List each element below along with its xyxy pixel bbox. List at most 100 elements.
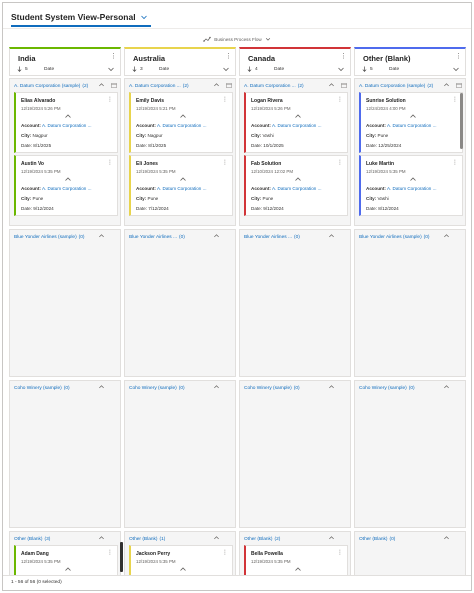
business-process-flow-toggle[interactable]: Business Process Flow (3, 34, 471, 44)
vertical-scrollbar[interactable] (460, 93, 463, 149)
record-card[interactable]: Elias Alvarado 12/19/2024 5:26 PM ⋮ Account… (14, 92, 118, 153)
chevron-up-icon[interactable] (64, 113, 72, 119)
record-card[interactable]: Bella Powella 12/19/2024 5:35 PM ⋮ (244, 545, 348, 579)
chevron-up-icon[interactable] (213, 82, 220, 89)
swimlane-header[interactable]: Coho Winery (sample) (0) (129, 383, 232, 393)
swimlane-header[interactable]: Coho Winery (sample) (0) (359, 383, 462, 393)
swimlane-header[interactable]: A. Datum Corporation (sample) (2) (359, 81, 462, 91)
chevron-up-icon[interactable] (443, 82, 450, 89)
chevron-up-icon[interactable] (179, 566, 187, 572)
chevron-up-icon[interactable] (328, 233, 335, 240)
chevron-down-icon[interactable] (452, 65, 460, 73)
swimlane-header[interactable]: Coho Winery (sample) (0) (14, 383, 117, 393)
record-card[interactable]: Adam Dang 12/19/2024 5:35 PM ⋮ (14, 545, 118, 579)
more-options-icon[interactable]: ⋮ (110, 52, 117, 61)
card-title[interactable]: Bella Powella (251, 551, 283, 557)
account-link[interactable]: A. Datum Corporation ... (157, 186, 207, 191)
swimlane-header[interactable]: Coho Winery (sample) (0) (244, 383, 347, 393)
swimlane-header[interactable]: Other (Blank) (1) (129, 534, 232, 544)
more-options-icon[interactable]: ⋮ (337, 159, 343, 167)
chevron-up-icon[interactable] (443, 233, 450, 240)
card-title[interactable]: Fab Solution (251, 161, 281, 167)
panel-icon[interactable] (456, 83, 462, 88)
chevron-up-icon[interactable] (409, 176, 417, 182)
swimlane-header[interactable]: Other (Blank) (3) (14, 534, 117, 544)
chevron-up-icon[interactable] (179, 113, 187, 119)
record-card[interactable]: Eli Jones 12/19/2024 5:35 PM ⋮ Account: A. … (129, 155, 233, 216)
chevron-up-icon[interactable] (64, 176, 72, 182)
account-link[interactable]: A. Datum Corporation ... (387, 123, 437, 128)
more-options-icon[interactable]: ⋮ (452, 159, 458, 167)
card-title[interactable]: Luke Martin (366, 161, 394, 167)
more-options-icon[interactable]: ⋮ (225, 52, 232, 61)
chevron-up-icon[interactable] (328, 535, 335, 542)
panel-icon[interactable] (341, 83, 347, 88)
card-title[interactable]: Logan Rivera (251, 98, 283, 104)
panel-icon[interactable] (111, 83, 117, 88)
more-options-icon[interactable]: ⋮ (222, 549, 228, 557)
chevron-up-icon[interactable] (98, 82, 105, 89)
record-card[interactable]: Austin Vo 12/19/2024 5:35 PM ⋮ Account: A. … (14, 155, 118, 216)
record-card[interactable]: Jackson Perry 12/19/2024 5:35 PM ⋮ (129, 545, 233, 579)
swimlane-header[interactable]: A. Datum Corporation ... (2) (129, 81, 232, 91)
record-card[interactable]: Emily Davis 12/19/2024 5:21 PM ⋮ Account: A… (129, 92, 233, 153)
swimlane-header[interactable]: A. Datum Corporation (sample) (2) (14, 81, 117, 91)
more-options-icon[interactable]: ⋮ (455, 52, 462, 61)
card-title[interactable]: Elias Alvarado (21, 98, 55, 104)
record-card[interactable]: Sunrise Solution 12/24/2024 4:00 PM ⋮ Accou… (359, 92, 463, 153)
card-title[interactable]: Sunrise Solution (366, 98, 406, 104)
view-selector[interactable]: Student System View-Personal (11, 9, 151, 27)
account-link[interactable]: A. Datum Corporation ... (157, 123, 207, 128)
chevron-up-icon[interactable] (64, 566, 72, 572)
account-link[interactable]: A. Datum Corporation ... (272, 186, 322, 191)
more-options-icon[interactable]: ⋮ (107, 96, 113, 104)
swimlane-header[interactable]: Blue Yonder Airlines ... (0) (244, 232, 347, 242)
account-link[interactable]: A. Datum Corporation ... (272, 123, 322, 128)
chevron-up-icon[interactable] (409, 113, 417, 119)
chevron-up-icon[interactable] (328, 384, 335, 391)
lane-scroll-thumb[interactable] (120, 542, 123, 572)
more-options-icon[interactable]: ⋮ (107, 549, 113, 557)
record-card[interactable]: Luke Martin 12/19/2024 5:35 PM ⋮ Account: A… (359, 155, 463, 216)
more-options-icon[interactable]: ⋮ (340, 52, 347, 61)
card-title[interactable]: Austin Vo (21, 161, 44, 167)
card-title[interactable]: Eli Jones (136, 161, 158, 167)
chevron-up-icon[interactable] (213, 233, 220, 240)
swimlane-header[interactable]: Other (Blank) (2) (244, 534, 347, 544)
more-options-icon[interactable]: ⋮ (107, 159, 113, 167)
chevron-up-icon[interactable] (328, 82, 335, 89)
swimlane-header[interactable]: Blue Yonder Airlines ... (0) (129, 232, 232, 242)
more-options-icon[interactable]: ⋮ (337, 549, 343, 557)
more-options-icon[interactable]: ⋮ (452, 96, 458, 104)
account-link[interactable]: A. Datum Corporation ... (42, 123, 92, 128)
chevron-down-icon[interactable] (222, 65, 230, 73)
chevron-down-icon[interactable] (107, 65, 115, 73)
panel-icon[interactable] (226, 83, 232, 88)
account-link[interactable]: A. Datum Corporation ... (387, 186, 437, 191)
chevron-up-icon[interactable] (294, 113, 302, 119)
chevron-up-icon[interactable] (179, 176, 187, 182)
swimlane-header[interactable]: Blue Yonder Airlines (sample) (0) (14, 232, 117, 242)
swimlane-header[interactable]: Blue Yonder Airlines (sample) (0) (359, 232, 462, 242)
record-card[interactable]: Fab Solution 12/10/2024 12:02 PM ⋮ Account:… (244, 155, 348, 216)
chevron-up-icon[interactable] (213, 384, 220, 391)
chevron-up-icon[interactable] (98, 384, 105, 391)
swimlane-header[interactable]: A. Datum Corporation ... (2) (244, 81, 347, 91)
account-link[interactable]: A. Datum Corporation ... (42, 186, 92, 191)
chevron-up-icon[interactable] (294, 566, 302, 572)
more-options-icon[interactable]: ⋮ (222, 96, 228, 104)
chevron-down-icon[interactable] (337, 65, 345, 73)
card-title[interactable]: Jackson Perry (136, 551, 170, 557)
swimlane-header[interactable]: Other (Blank) (0) (359, 534, 462, 544)
chevron-up-icon[interactable] (98, 535, 105, 542)
record-card[interactable]: Logan Rivera 12/19/2024 5:26 PM ⋮ Account: … (244, 92, 348, 153)
chevron-up-icon[interactable] (98, 233, 105, 240)
chevron-up-icon[interactable] (294, 176, 302, 182)
more-options-icon[interactable]: ⋮ (222, 159, 228, 167)
chevron-up-icon[interactable] (213, 535, 220, 542)
card-title[interactable]: Adam Dang (21, 551, 49, 557)
more-options-icon[interactable]: ⋮ (337, 96, 343, 104)
card-title[interactable]: Emily Davis (136, 98, 164, 104)
chevron-up-icon[interactable] (443, 384, 450, 391)
chevron-up-icon[interactable] (443, 535, 450, 542)
